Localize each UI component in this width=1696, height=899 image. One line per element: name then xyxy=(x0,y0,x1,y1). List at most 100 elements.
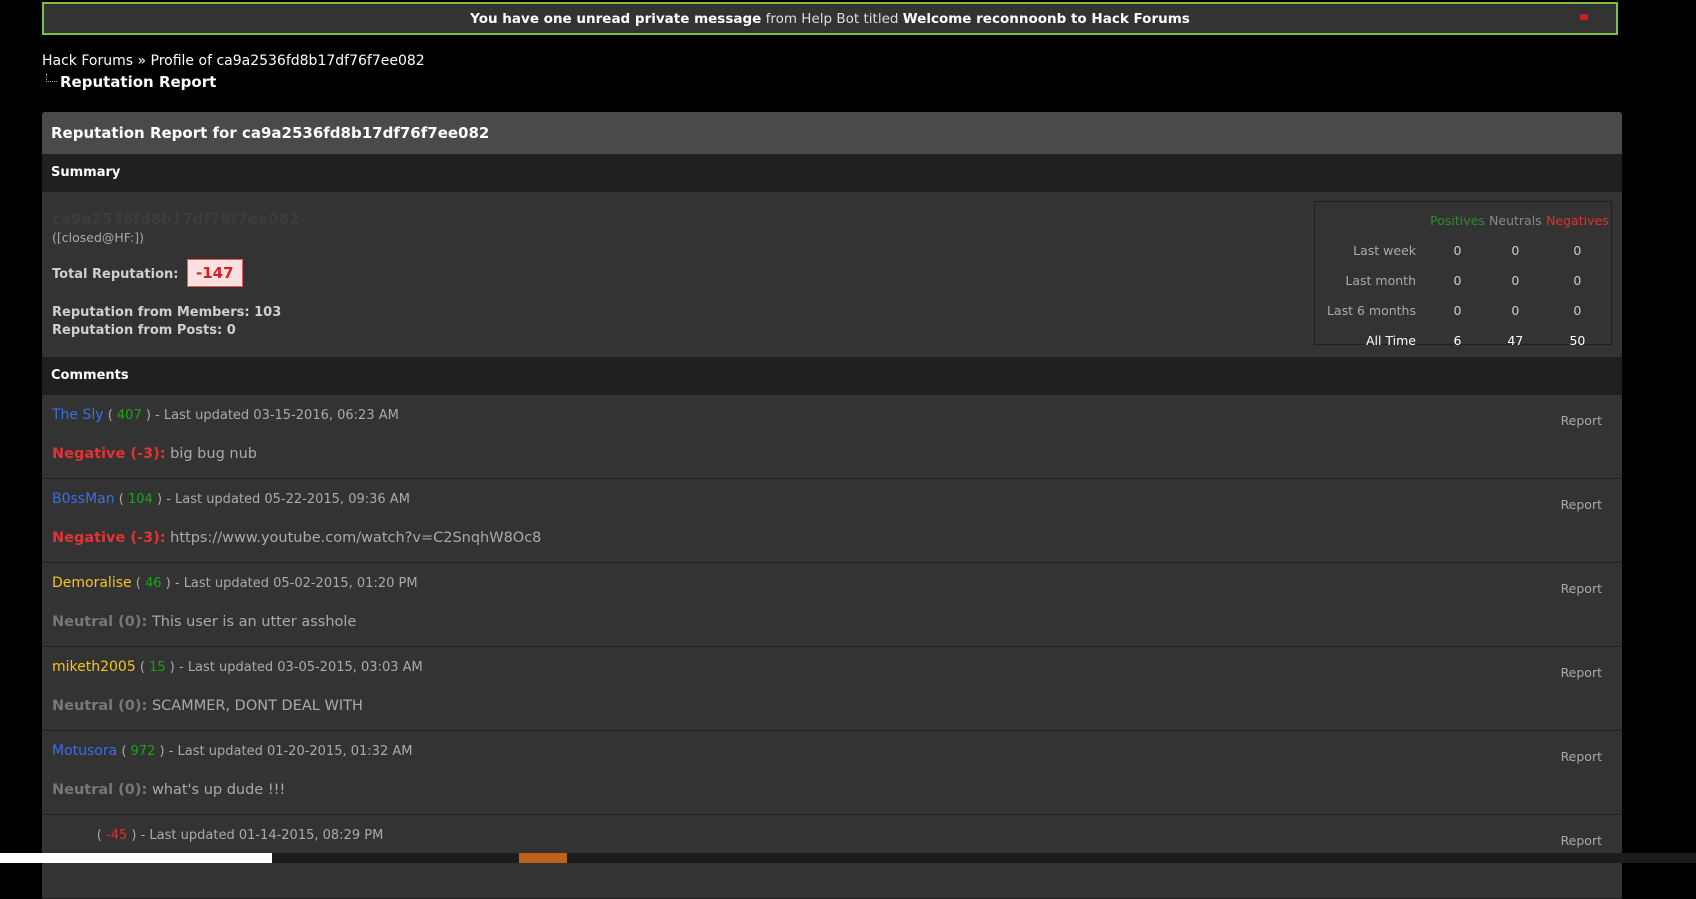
comment-item: Motusora ( 972 ) - Last updated 01-20-20… xyxy=(42,731,1622,815)
stats-cell: 0 xyxy=(1573,272,1582,288)
comments-header: Comments xyxy=(42,357,1622,395)
reputation-panel: Reputation Report for ca9a2536fd8b17df76… xyxy=(42,112,1622,899)
comment-updated: Last updated 03-15-2016, 06:23 AM xyxy=(163,408,399,423)
comment-author-score[interactable]: 46 xyxy=(145,576,162,591)
tree-branch-icon xyxy=(46,74,57,82)
stats-row-label: Last week xyxy=(1353,242,1416,258)
comment-updated: Last updated 03-05-2015, 03:03 AM xyxy=(187,660,423,675)
report-button[interactable]: Report xyxy=(1561,833,1602,848)
comment-author-link[interactable]: The Sly xyxy=(52,407,104,423)
comment-item: Demoralise ( 46 ) - Last updated 05-02-2… xyxy=(42,563,1622,647)
total-reputation-badge: -147 xyxy=(187,259,243,287)
comment-rating: Neutral (0): xyxy=(52,782,148,798)
comment-updated: Last updated 01-14-2015, 08:29 PM xyxy=(149,828,384,843)
close-icon[interactable] xyxy=(1580,14,1588,20)
comment-meta: B0ssMan ( 104 ) - Last updated 05-22-201… xyxy=(52,491,410,507)
stats-row: Last month 0 0 0 xyxy=(1315,265,1611,295)
comment-meta: Motusora ( 972 ) - Last updated 01-20-20… xyxy=(52,743,413,759)
comment-author-score[interactable]: 104 xyxy=(128,492,153,507)
pm-notice-prefix[interactable]: You have one unread private message xyxy=(470,11,761,27)
comment-author-link[interactable]: B0ssMan xyxy=(52,491,115,507)
comment-author-score[interactable]: 972 xyxy=(131,744,156,759)
pm-notice-banner: You have one unread private message from… xyxy=(42,2,1618,35)
total-reputation: Total Reputation: -147 xyxy=(52,259,243,287)
comment-meta: The Sly ( 407 ) - Last updated 03-15-201… xyxy=(52,407,399,423)
comment-meta: Hi-Tec ( -45 ) - Last updated 01-14-2015… xyxy=(52,827,384,843)
comment-rating: Neutral (0): xyxy=(52,698,148,714)
summary-section: ca9a2536fd8b17df76f7ee082 ([closed@HF:])… xyxy=(42,192,1622,357)
comment-author-score[interactable]: 407 xyxy=(117,408,142,423)
stats-cell: 0 xyxy=(1453,272,1462,288)
comment-updated: Last updated 01-20-2015, 01:32 AM xyxy=(177,744,413,759)
comment-author-link[interactable]: Motusora xyxy=(52,743,117,759)
breadcrumb-current-label: Reputation Report xyxy=(60,73,217,91)
total-reputation-label: Total Reputation: xyxy=(52,267,179,282)
stats-row-label: All Time xyxy=(1365,332,1416,348)
stats-cell: 0 xyxy=(1453,242,1462,258)
breadcrumb-profile-link[interactable]: Profile of ca9a2536fd8b17df76f7ee082 xyxy=(151,53,425,69)
pm-notice-from: from Help Bot titled xyxy=(761,11,903,27)
summary-username[interactable]: ca9a2536fd8b17df76f7ee082 xyxy=(52,210,299,228)
stats-cell: 6 xyxy=(1453,332,1462,348)
pm-notice-title[interactable]: Welcome reconnoonb to Hack Forums xyxy=(903,11,1190,27)
stats-cell: 0 xyxy=(1453,302,1462,318)
stats-row-all-time: All Time 6 47 50 xyxy=(1315,325,1611,355)
comment-item: B0ssMan ( 104 ) - Last updated 05-22-201… xyxy=(42,479,1622,563)
breadcrumb-root-link[interactable]: Hack Forums xyxy=(42,53,133,69)
comment-author-link[interactable]: Hi-Tec xyxy=(52,827,93,843)
panel-title: Reputation Report for ca9a2536fd8b17df76… xyxy=(42,112,1622,154)
stats-cell: 47 xyxy=(1507,332,1524,348)
stats-row: Last week 0 0 0 xyxy=(1315,235,1611,265)
comment-meta: Demoralise ( 46 ) - Last updated 05-02-2… xyxy=(52,575,418,591)
reputation-from-posts: Reputation from Posts: 0 xyxy=(52,323,236,338)
stats-header-neutrals: Neutrals xyxy=(1489,212,1542,228)
stats-cell: 50 xyxy=(1569,332,1586,348)
comment-updated: Last updated 05-02-2015, 01:20 PM xyxy=(183,576,418,591)
reputation-from-members: Reputation from Members: 103 xyxy=(52,305,282,320)
comment-item: miketh2005 ( 15 ) - Last updated 03-05-2… xyxy=(42,647,1622,731)
comment-rating: Negative (-3): xyxy=(52,446,166,462)
report-button[interactable]: Report xyxy=(1561,665,1602,680)
stats-header-row: Positives Neutrals Negatives xyxy=(1315,202,1611,235)
comment-body: Negative (-3): big bug nub xyxy=(52,446,257,462)
comment-updated: Last updated 05-22-2015, 09:36 AM xyxy=(174,492,410,507)
summary-header: Summary xyxy=(42,154,1622,192)
comment-text: https://www.youtube.com/watch?v=C2SnqhW8… xyxy=(170,530,542,546)
comment-text: This user is an utter asshole xyxy=(151,614,357,630)
comment-author-score[interactable]: -45 xyxy=(106,828,127,843)
breadcrumb: Hack Forums » Profile of ca9a2536fd8b17d… xyxy=(42,53,425,69)
taskbar xyxy=(0,853,1696,863)
stats-cell: 0 xyxy=(1573,302,1582,318)
stats-row-label: Last 6 months xyxy=(1326,302,1416,318)
taskbar-search-box[interactable] xyxy=(0,853,272,863)
comment-rating: Negative (-3): xyxy=(52,530,166,546)
breadcrumb-current: Reputation Report xyxy=(46,73,216,91)
reputation-stats-table: Positives Neutrals Negatives Last week 0… xyxy=(1314,201,1612,348)
comment-meta: miketh2005 ( 15 ) - Last updated 03-05-2… xyxy=(52,659,423,675)
report-button[interactable]: Report xyxy=(1561,749,1602,764)
stats-row-label: Last month xyxy=(1345,272,1416,288)
taskbar-active-app[interactable] xyxy=(519,853,567,863)
summary-status: ([closed@HF:]) xyxy=(52,230,144,245)
comment-rating: Neutral (0): xyxy=(52,614,148,630)
report-button[interactable]: Report xyxy=(1561,413,1602,428)
stats-cell: 0 xyxy=(1511,272,1520,288)
comment-text: SCAMMER, DONT DEAL WITH xyxy=(151,698,363,714)
report-button[interactable]: Report xyxy=(1561,497,1602,512)
comment-item: The Sly ( 407 ) - Last updated 03-15-201… xyxy=(42,395,1622,479)
stats-cell: 0 xyxy=(1511,242,1520,258)
stats-row: Last 6 months 0 0 0 xyxy=(1315,295,1611,325)
comment-text: what's up dude !!! xyxy=(151,782,286,798)
stats-header-negatives: Negatives xyxy=(1546,212,1609,228)
report-button[interactable]: Report xyxy=(1561,581,1602,596)
stats-cell: 0 xyxy=(1511,302,1520,318)
breadcrumb-separator: » xyxy=(133,53,151,69)
stats-cell: 0 xyxy=(1573,242,1582,258)
comment-body: Neutral (0): what's up dude !!! xyxy=(52,782,285,798)
stats-header-positives: Positives xyxy=(1430,212,1485,228)
comment-author-score[interactable]: 15 xyxy=(149,660,166,675)
comment-body: Neutral (0): This user is an utter assho… xyxy=(52,614,356,630)
comment-author-link[interactable]: Demoralise xyxy=(52,575,132,591)
comment-body: Negative (-3): https://www.youtube.com/w… xyxy=(52,530,541,546)
comment-author-link[interactable]: miketh2005 xyxy=(52,659,136,675)
